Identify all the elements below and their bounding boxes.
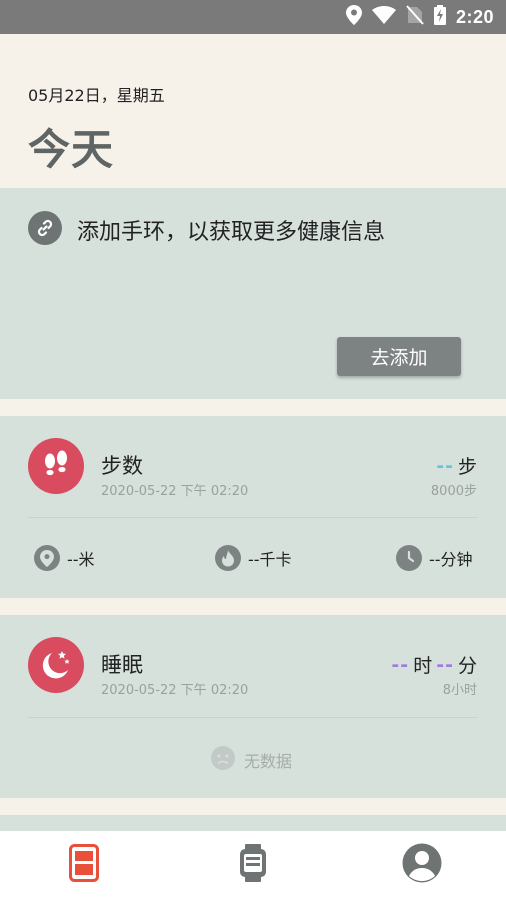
duration-item: --分钟 [396,545,473,571]
page-title: 今天 [28,125,115,174]
sleep-minutes-value: -- [436,653,454,676]
steps-value-group: -- 步 [436,452,477,479]
sleep-hours-value: -- [391,653,410,676]
divider [28,517,478,518]
date-label: 05月22日，星期五 [28,86,165,105]
distance-label: --米 [67,550,95,569]
steps-card[interactable]: 步数 2020-05-22 下午 02:20 -- 步 8000步 --米 --… [0,416,506,598]
sleep-card[interactable]: 睡眠 2020-05-22 下午 02:20 -- 时 -- 分 8小时 无数据 [0,615,506,798]
user-icon [402,843,442,887]
steps-value: -- [436,454,454,477]
duration-label: --分钟 [429,550,473,569]
watch-icon [238,844,268,886]
divider [28,717,478,718]
flame-icon [215,545,241,571]
status-bar: 2:20 [0,0,506,34]
link-icon [28,211,62,245]
sleep-hours-unit: 时 [413,655,433,677]
battery-charging-icon [433,5,446,29]
calories-label: --千卡 [248,550,292,569]
go-add-button[interactable]: 去添加 [337,337,461,376]
sleep-timestamp: 2020-05-22 下午 02:20 [101,683,249,698]
sad-face-icon [210,745,236,775]
no-data-indicator: 无数据 [210,745,292,775]
no-data-text: 无数据 [244,752,293,771]
moon-stars-icon [28,637,84,693]
location-pin-icon [34,545,60,571]
add-band-message: 添加手环，以获取更多健康信息 [77,220,386,245]
steps-unit: 步 [457,456,477,478]
add-band-card: 添加手环，以获取更多健康信息 去添加 [0,188,506,399]
steps-goal: 8000步 [430,484,477,499]
no-sim-icon [406,5,424,29]
phone-icon [69,844,99,886]
header: 05月22日，星期五 今天 [0,34,506,188]
sleep-minutes-unit: 分 [457,655,477,677]
calories-item: --千卡 [215,545,292,571]
status-time: 2:20 [455,6,494,27]
profile-tab[interactable] [400,843,444,887]
sleep-goal: 8小时 [442,683,477,698]
clock-icon [396,545,422,571]
wifi-icon [371,6,396,28]
sleep-value-group: -- 时 -- 分 [391,651,477,678]
location-icon [345,5,362,29]
steps-title: 步数 [101,454,143,478]
sleep-title: 睡眠 [101,653,143,677]
device-tab[interactable] [231,843,275,887]
steps-timestamp: 2020-05-22 下午 02:20 [101,484,249,499]
today-tab[interactable] [62,843,106,887]
bottom-tab-bar [0,831,506,900]
footprints-icon [28,438,84,494]
distance-item: --米 [34,545,95,571]
